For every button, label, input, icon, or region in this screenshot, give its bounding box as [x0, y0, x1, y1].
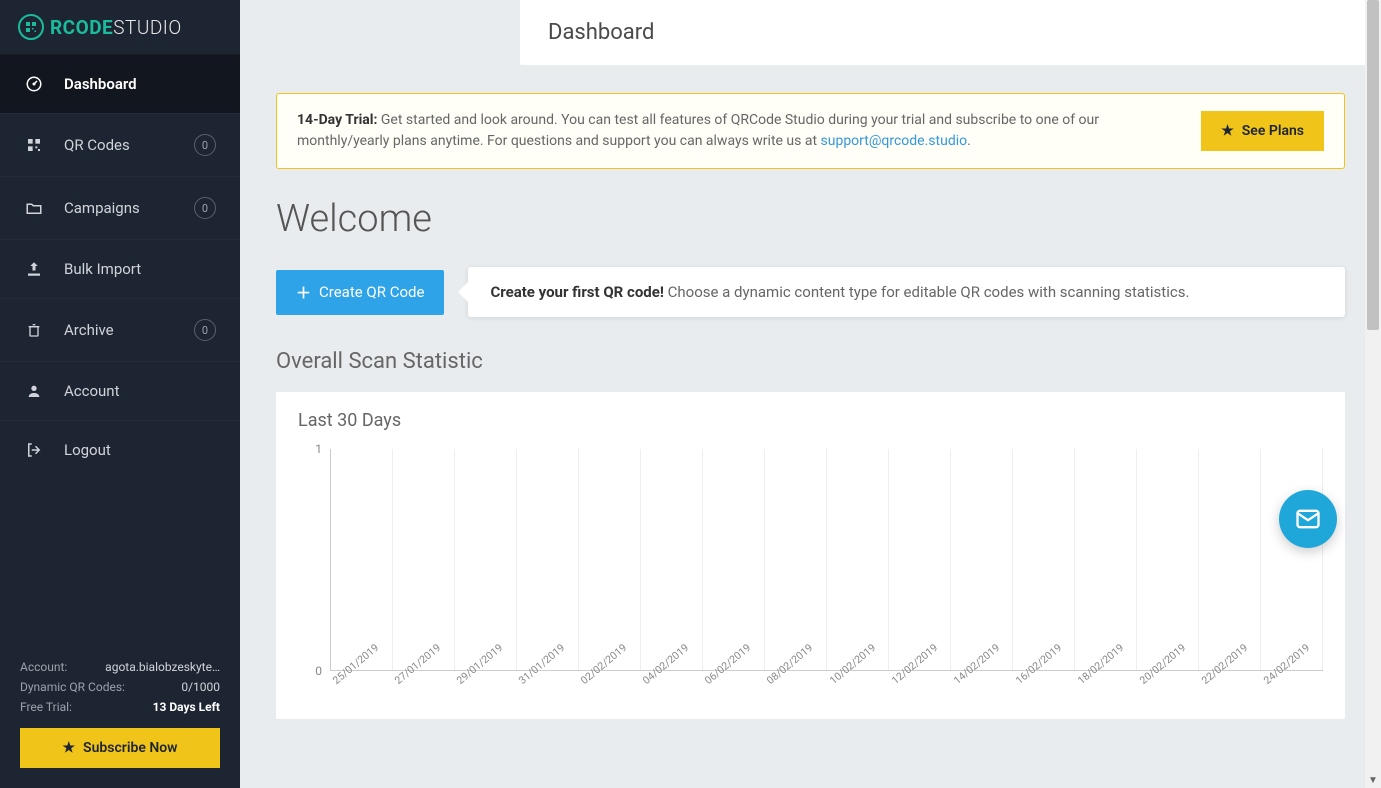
qr-circle-icon — [18, 14, 44, 40]
sidebar-item-logout[interactable]: Logout — [0, 420, 240, 479]
sidebar-footer: Account: agota.bialobzeskyte… Dynamic QR … — [0, 644, 240, 788]
grid-line — [1013, 449, 1075, 670]
sidebar-item-account[interactable]: Account — [0, 361, 240, 420]
grid-line — [827, 449, 889, 670]
grid-line — [517, 449, 579, 670]
footer-dynamic-value: 0/1000 — [181, 680, 220, 694]
sidebar-item-bulk-import[interactable]: Bulk Import — [0, 239, 240, 298]
trash-icon — [24, 322, 44, 338]
sidebar-item-campaigns[interactable]: Campaigns 0 — [0, 176, 240, 239]
stats-title: Overall Scan Statistic — [276, 349, 1345, 374]
qr-icon — [24, 137, 44, 153]
see-plans-button[interactable]: ★ See Plans — [1201, 111, 1324, 151]
nav-list: Dashboard QR Codes 0 Campaigns 0 Bulk Import A… — [0, 54, 240, 479]
cta-row: ＋ Create QR Code Create your first QR co… — [276, 267, 1345, 317]
page-title: Dashboard — [548, 20, 654, 45]
welcome-heading: Welcome — [276, 197, 1345, 241]
cta-tip-bold: Create your first QR code! — [490, 283, 663, 301]
grid-line — [1137, 449, 1199, 670]
grid-line — [951, 449, 1013, 670]
grid-line — [889, 449, 951, 670]
chart-y-axis: 1 0 — [298, 449, 326, 671]
content: 14-Day Trial: Get started and look aroun… — [240, 65, 1381, 747]
sidebar-item-archive[interactable]: Archive 0 — [0, 298, 240, 361]
upload-icon — [24, 260, 44, 278]
sidebar-item-label: QR Codes — [64, 136, 130, 154]
footer-account-value: agota.bialobzeskyte… — [105, 660, 220, 674]
grid-line — [1261, 449, 1323, 670]
chart-title: Last 30 Days — [298, 410, 1323, 431]
dashboard-icon — [24, 75, 44, 93]
trial-body: Get started and look around. You can tes… — [297, 112, 1099, 149]
sidebar-item-label: Account — [64, 382, 120, 400]
chart-card: Last 30 Days 1 0 25/01/201927/01/201929/… — [276, 392, 1345, 719]
chart-x-axis: 25/01/201927/01/201929/01/201931/01/2019… — [330, 671, 1323, 709]
footer-account-label: Account: — [20, 660, 67, 674]
sidebar-item-label: Logout — [64, 441, 111, 459]
sidebar-item-label: Archive — [64, 321, 114, 339]
count-badge: 0 — [194, 197, 216, 219]
grid-line — [1075, 449, 1137, 670]
help-fab[interactable] — [1279, 490, 1337, 548]
sidebar-item-label: Dashboard — [64, 75, 137, 93]
folder-icon — [24, 199, 44, 217]
grid-line — [455, 449, 517, 670]
mail-icon — [1294, 505, 1322, 533]
logo-text: RCODESTUDIO — [50, 16, 182, 39]
sidebar-item-label: Bulk Import — [64, 260, 141, 278]
page-header: Dashboard — [520, 0, 1381, 65]
user-icon — [24, 383, 44, 399]
sidebar-item-dashboard[interactable]: Dashboard — [0, 54, 240, 113]
grid-line — [765, 449, 827, 670]
chart-plot — [330, 449, 1323, 671]
count-badge: 0 — [194, 319, 216, 341]
sidebar-item-qr-codes[interactable]: QR Codes 0 — [0, 113, 240, 176]
main-area: Dashboard 14-Day Trial: Get started and … — [240, 0, 1381, 788]
scrollbar-thumb[interactable] — [1367, 0, 1379, 330]
chart: 1 0 25/01/201927/01/201929/01/201931/01/… — [298, 449, 1323, 709]
sidebar: RCODESTUDIO Dashboard QR Codes 0 Campaigns 0… — [0, 0, 240, 788]
sidebar-item-label: Campaigns — [64, 199, 140, 217]
footer-trial-value: 13 Days Left — [153, 700, 220, 714]
grid-line — [393, 449, 455, 670]
grid-line — [703, 449, 765, 670]
cta-tip-text: Choose a dynamic content type for editab… — [664, 283, 1190, 301]
cta-tooltip: Create your first QR code! Choose a dyna… — [468, 267, 1345, 317]
star-icon: ★ — [1221, 123, 1234, 139]
grid-line — [331, 449, 393, 670]
grid-line — [579, 449, 641, 670]
logo[interactable]: RCODESTUDIO — [0, 0, 240, 54]
create-qr-button[interactable]: ＋ Create QR Code — [276, 270, 444, 315]
count-badge: 0 — [194, 134, 216, 156]
trial-banner: 14-Day Trial: Get started and look aroun… — [276, 93, 1345, 169]
vertical-scrollbar[interactable]: ▲ ▼ — [1365, 0, 1381, 788]
grid-line — [641, 449, 703, 670]
support-email-link[interactable]: support@qrcode.studio — [821, 133, 968, 149]
trial-text: 14-Day Trial: Get started and look aroun… — [297, 110, 1183, 152]
y-tick: 0 — [315, 664, 322, 678]
subscribe-label: Subscribe Now — [83, 740, 177, 756]
plus-icon: ＋ — [296, 282, 311, 303]
star-icon: ★ — [62, 740, 75, 756]
trial-period: . — [967, 133, 971, 149]
subscribe-button[interactable]: ★ Subscribe Now — [20, 728, 220, 768]
scroll-down-icon[interactable]: ▼ — [1365, 772, 1381, 788]
footer-dynamic-label: Dynamic QR Codes: — [20, 680, 125, 694]
logout-icon — [24, 441, 44, 459]
y-tick: 1 — [315, 442, 322, 456]
create-qr-label: Create QR Code — [319, 283, 424, 301]
grid-line — [1199, 449, 1261, 670]
see-plans-label: See Plans — [1242, 123, 1304, 139]
trial-bold: 14-Day Trial: — [297, 112, 377, 128]
footer-trial-label: Free Trial: — [20, 700, 72, 714]
